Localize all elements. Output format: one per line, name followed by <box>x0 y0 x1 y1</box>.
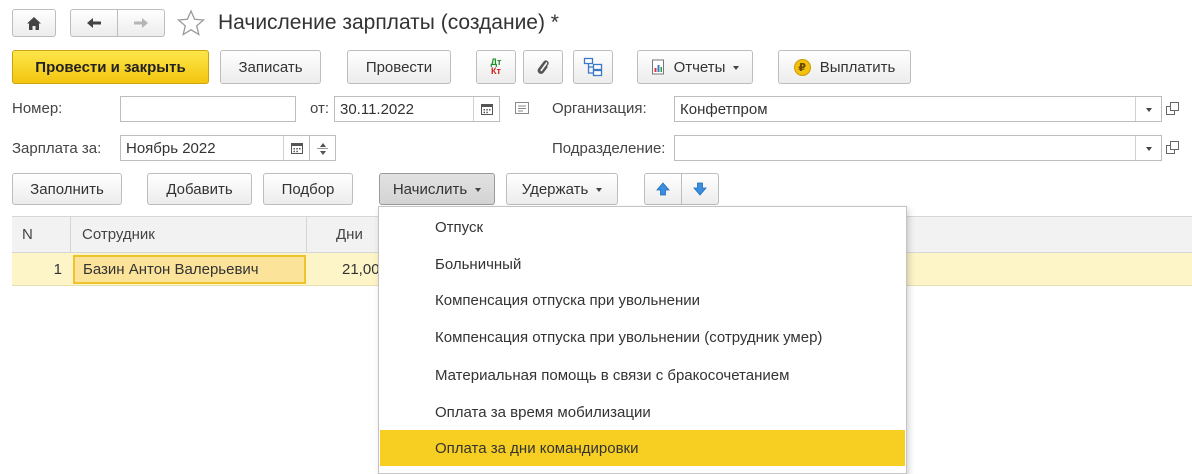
reports-button[interactable]: Отчеты <box>637 50 753 84</box>
date-value: 30.11.2022 <box>340 100 414 118</box>
deduct-label: Удержать <box>521 180 589 198</box>
open-icon <box>1166 141 1179 154</box>
number-input[interactable] <box>120 96 296 122</box>
pick-button[interactable]: Подбор <box>263 173 353 205</box>
chevron-down-icon <box>1145 146 1152 151</box>
salary-period-value: Ноябрь 2022 <box>126 139 216 157</box>
department-dropdown-button[interactable] <box>1135 136 1161 160</box>
calendar-icon <box>290 143 303 154</box>
report-icon <box>651 59 664 75</box>
row-number: 1 <box>53 260 62 278</box>
department-open-button[interactable] <box>1166 141 1180 155</box>
fill-button[interactable]: Заполнить <box>12 173 122 205</box>
salary-period-label: Зарплата за: <box>12 140 102 157</box>
organization-open-button[interactable] <box>1166 102 1180 116</box>
chevron-down-icon <box>475 187 482 192</box>
chevron-down-icon <box>1145 107 1152 112</box>
deduct-button[interactable]: Удержать <box>506 173 618 205</box>
move-up-button[interactable] <box>644 173 682 205</box>
menu-item[interactable]: Оплата за время мобилизации <box>380 394 905 430</box>
home-button[interactable] <box>12 9 56 37</box>
date-label: от: <box>310 100 330 117</box>
organization-input[interactable]: Конфетпром <box>674 96 1162 122</box>
structure-icon <box>583 57 603 77</box>
organization-value: Конфетпром <box>680 100 768 118</box>
arrow-right-icon <box>134 18 148 28</box>
pay-label: Выплатить <box>819 58 896 76</box>
number-label: Номер: <box>12 100 63 117</box>
page-title: Начисление зарплаты (создание) * <box>218 11 559 34</box>
salary-period-input[interactable]: Ноябрь 2022 <box>120 135 310 161</box>
back-button[interactable] <box>70 9 118 37</box>
ruble-coin-icon: ₽ <box>793 58 811 76</box>
post-button[interactable]: Провести <box>347 50 451 84</box>
organization-dropdown-button[interactable] <box>1135 97 1161 121</box>
calendar-icon <box>480 104 493 115</box>
menu-item[interactable]: Материальная помощь в связи с бракосочет… <box>380 357 905 393</box>
salary-period-calendar-button[interactable] <box>283 136 309 160</box>
save-button[interactable]: Записать <box>220 50 321 84</box>
dt-kt-icon-kt: Кт <box>491 66 501 76</box>
open-icon <box>1166 102 1179 115</box>
menu-item[interactable]: Больничный <box>380 246 905 282</box>
organization-label: Организация: <box>552 100 647 117</box>
add-button[interactable]: Добавить <box>147 173 252 205</box>
menu-item[interactable]: Компенсация отпуска при увольнении <box>380 282 905 318</box>
attach-button[interactable] <box>523 50 563 84</box>
arrow-left-icon <box>87 18 101 28</box>
stepper-up-icon[interactable] <box>320 143 326 147</box>
stepper-down-icon[interactable] <box>320 151 326 155</box>
chevron-down-icon <box>596 187 603 192</box>
reports-label: Отчеты <box>673 58 726 76</box>
menu-item[interactable]: Отпуск <box>380 209 905 245</box>
column-divider <box>70 217 71 252</box>
accrue-button[interactable]: Начислить <box>379 173 495 205</box>
structure-button[interactable] <box>573 50 613 84</box>
arrow-down-icon <box>693 182 707 196</box>
menu-item[interactable]: Оплата за дни командировки <box>380 430 905 466</box>
department-label: Подразделение: <box>552 140 666 157</box>
date-calendar-button[interactable] <box>473 97 499 121</box>
stepper-divider <box>317 148 328 149</box>
department-input[interactable] <box>674 135 1162 161</box>
arrow-up-icon <box>656 182 670 196</box>
menu-item[interactable]: Компенсация отпуска при увольнении (сотр… <box>380 319 905 355</box>
column-header-employee[interactable]: Сотрудник <box>82 217 302 252</box>
accrue-label: Начислить <box>392 180 468 198</box>
paperclip-icon <box>537 60 549 74</box>
post-and-close-button[interactable]: Провести и закрыть <box>12 50 209 84</box>
pay-button[interactable]: ₽ Выплатить <box>778 50 911 84</box>
favorite-star-icon[interactable] <box>176 9 206 37</box>
move-down-button[interactable] <box>681 173 719 205</box>
dt-kt-button[interactable]: Дт Кт <box>476 50 516 84</box>
history-list-icon[interactable] <box>514 100 530 116</box>
chevron-down-icon <box>733 65 740 70</box>
column-divider <box>306 217 307 252</box>
column-header-n[interactable]: N <box>22 217 70 252</box>
forward-button[interactable] <box>117 9 165 37</box>
home-icon <box>27 16 41 30</box>
date-input[interactable]: 30.11.2022 <box>334 96 500 122</box>
row-employee-cell[interactable]: Базин Антон Валерьевич <box>73 255 306 284</box>
salary-period-stepper[interactable] <box>310 135 336 161</box>
accrue-dropdown-menu: Отпуск Больничный Компенсация отпуска пр… <box>378 206 907 474</box>
